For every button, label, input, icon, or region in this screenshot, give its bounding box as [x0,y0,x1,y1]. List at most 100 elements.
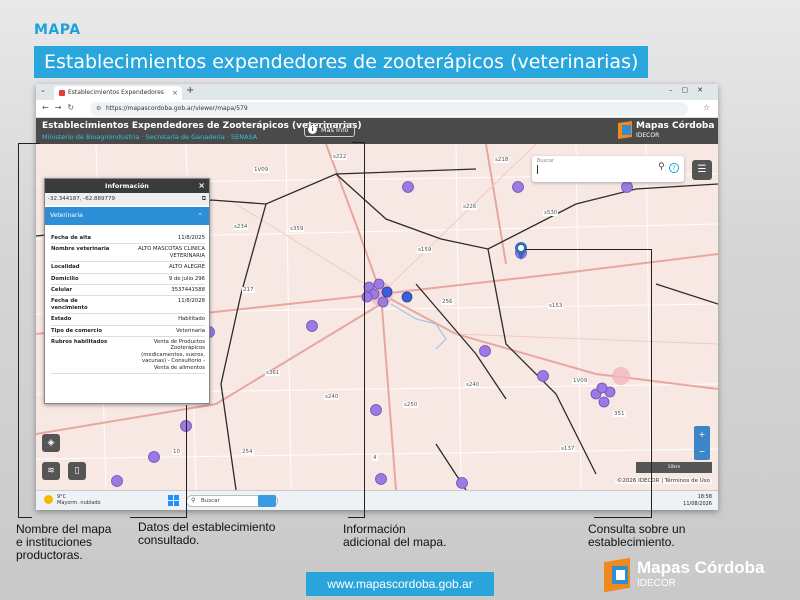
road-label: s530 [543,210,559,216]
map-institutions: Ministerio de Bioagroindustria · Secreta… [42,133,258,141]
url-input[interactable]: ⚙ https://mapascordoba.gob.ar/viewer/map… [90,102,688,116]
annotation-line [594,517,652,518]
annotation-line [352,142,364,143]
new-tab-button[interactable]: + [186,85,194,96]
map-view-button[interactable]: ▯ [68,462,86,480]
footer-url[interactable]: www.mapascordoba.gob.ar [306,572,494,596]
browser-tab[interactable]: Establecimientos Expendedores × [54,86,182,100]
annotation-line [18,517,32,518]
close-panel-icon[interactable]: × [198,179,205,193]
info-panel: Información × -32.344187, -62.889779 ⧉ V… [44,178,210,404]
tab-list-icon[interactable]: ⌄ [40,86,46,94]
search-icon[interactable]: ⚲ [658,162,665,172]
road-label: 351 [613,411,626,417]
address-bar: ←→↻ ⚙ https://mapascordoba.gob.ar/viewer… [36,100,718,118]
coords-text: -32.344187, -62.889779 [48,196,115,202]
app-logo-sub: IDECOR [636,132,660,139]
app-logo-name: Mapas Córdoba [636,121,715,131]
table-row: Fecha de vencimiento 11/8/2028 [51,296,205,315]
annotation-line [18,143,19,517]
search-icon: ⚲ [191,497,196,504]
road-label: s153 [548,303,564,309]
site-info-icon[interactable]: ⚙ [96,102,101,116]
clock[interactable]: 18:58 11/08/2026 [683,494,712,507]
table-row: Celular 3537441588 [51,285,205,297]
table-row: Localidad ALTO ALEGRE [51,262,205,274]
layers-button[interactable]: ◈ [42,434,60,452]
selected-location-pin-icon [515,242,527,260]
scale-bar: 10km [636,462,712,473]
weather-widget[interactable]: 9°C Mayorm. nublado [44,494,101,506]
table-row: Tipo de comercio Veterinaria [51,326,205,338]
tab-title: Establecimientos Expendedores [68,89,164,96]
road-label: s250 [403,402,419,408]
map-attribution[interactable]: ©2026 IDECOR | Términos de Uso [614,478,712,484]
help-icon[interactable]: ? [669,163,679,173]
road-label: s218 [494,157,510,163]
section-tag: MAPA [34,22,81,38]
table-row: Estado Habilitado [51,314,205,326]
table-row: Fecha de alta 11/8/2025 [51,233,205,245]
menu-button[interactable]: ☰ [692,160,712,180]
annotation-line [364,142,365,517]
bookmark-star-icon[interactable]: ☆ [703,103,710,112]
road-label: s359 [289,226,305,232]
attribute-table: Fecha de alta 11/8/2025 Nombre veterinari… [45,225,209,375]
slide-title: Establecimientos expendedores de zooterá… [34,46,649,78]
footer-logo-sub: IDECOR [637,578,676,589]
taskbar-app-icon[interactable] [258,495,276,507]
favicon-icon [59,90,65,96]
tab-strip: ⌄ Establecimientos Expendedores × + –▢✕ [36,84,718,100]
info-icon: i [308,125,317,134]
road-label: 254 [241,449,254,455]
road-label: 1V09 [572,378,589,384]
windows-start-icon[interactable] [168,495,179,506]
nav-buttons[interactable]: ←→↻ [42,103,80,112]
footer-logo-name: Mapas Córdoba [637,558,765,577]
road-label: s240 [324,394,340,400]
panel-title: Información [105,182,149,190]
zoom-control: + − [694,426,710,460]
annotation-line [651,249,652,517]
road-label: 10 [172,449,181,455]
annotation-map-name: Nombre del mapa e instituciones producto… [16,522,112,562]
annotation-query: Consulta sobre un establecimiento. [588,522,686,549]
annotation-establishment-data: Datos del establecimiento consultado. [138,520,276,547]
more-info-button[interactable]: i Más Info [304,123,356,137]
browser-window: ⌄ Establecimientos Expendedores × + –▢✕ … [36,84,718,510]
road-label: 4 [372,455,378,461]
road-label: s226 [462,204,478,210]
close-tab-icon[interactable]: × [172,86,178,100]
annotation-additional-info: Información adicional del mapa. [343,522,447,549]
road-label: 1V09 [253,167,270,173]
annotation-line [18,143,40,144]
road-label: s234 [233,224,249,230]
annotation-line [348,517,365,518]
copy-icon[interactable]: ⧉ [202,193,206,205]
road-label: s361 [265,370,281,376]
zoom-out-button[interactable]: − [694,443,710,460]
basemap-button[interactable]: ≋ [42,462,60,480]
zoom-in-button[interactable]: + [694,426,710,443]
table-row: Rubros habilitados Venta de Productos Zoo… [51,337,205,375]
annotation-line [525,249,651,250]
table-row: Domicilio 9 de julio 296 [51,274,205,286]
road-label: s240 [465,382,481,388]
table-row: Nombre veterinaria ALTO MASCOTAS CLINICA … [51,244,205,263]
app-logo: Mapas Córdoba IDECOR [618,121,714,141]
url-text: https://mapascordoba.gob.ar/viewer/mapa/… [106,105,248,112]
search-label: Buscar [537,158,555,164]
search-box[interactable]: Buscar ⚲ ? [532,156,684,182]
window-controls[interactable]: –▢✕ [669,86,712,94]
more-info-label: Más Info [321,126,349,134]
annotation-line [186,405,187,517]
road-label: 217 [242,287,255,293]
road-label: s137 [560,446,576,452]
app-header: Establecimientos Expendedores de Zooterá… [36,118,718,144]
section-header-veterinaria[interactable]: Veterinaria ⌃ [45,207,209,225]
road-label: s159 [417,247,433,253]
road-label: s222 [332,154,348,160]
annotation-line [130,517,187,518]
chevron-up-icon: ⌃ [197,212,203,220]
road-label: 256 [441,299,454,305]
